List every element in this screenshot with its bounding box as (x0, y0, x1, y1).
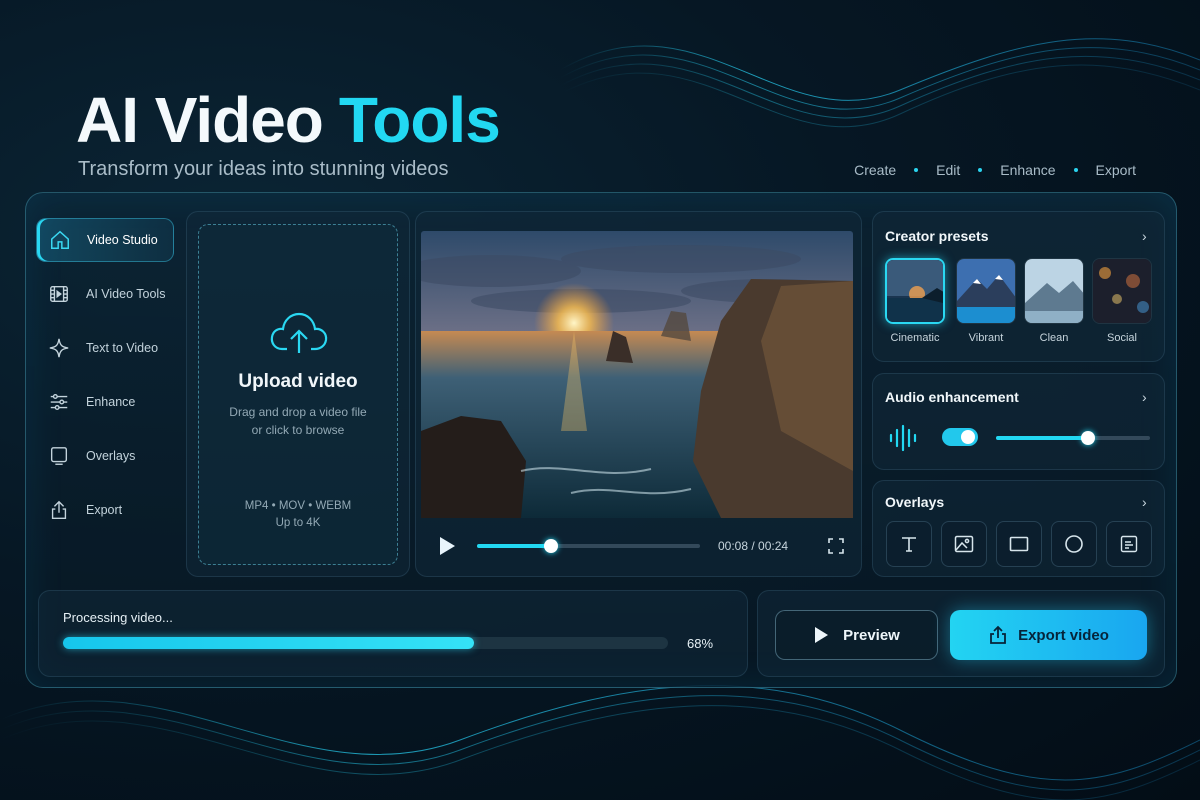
hero-subtitle: Transform your ideas into stunning video… (78, 158, 449, 180)
playback-progress (477, 544, 552, 548)
sidebar-item-label: Overlays (86, 449, 136, 463)
overlay-image-button[interactable] (941, 521, 987, 567)
preset-thumbnail (887, 260, 943, 322)
playback-track[interactable] (477, 539, 700, 553)
image-icon (954, 535, 974, 553)
overlay-rectangle-button[interactable] (996, 521, 1042, 567)
export-video-button[interactable]: Export video (950, 610, 1147, 660)
hero-title-accent: Tools (338, 84, 501, 156)
sidebar-item-label: Text to Video (86, 341, 159, 355)
export-button-label: Export video (1018, 626, 1109, 644)
overlays-title: Overlays (885, 494, 945, 510)
rectangle-icon (1009, 536, 1029, 552)
audio-level-slider[interactable] (996, 431, 1150, 445)
upload-description: Drag and drop a video file or click to b… (219, 403, 377, 439)
preset-clean[interactable] (1024, 258, 1084, 324)
preset-label: Social (1107, 332, 1137, 344)
audio-toggle[interactable] (942, 428, 978, 446)
caption-icon (1120, 535, 1138, 553)
step-separator (1073, 168, 1078, 172)
preset-thumbnail (1025, 259, 1083, 323)
play-icon[interactable] (437, 535, 457, 557)
upload-max-resolution: Up to 4K (275, 517, 321, 529)
preset-cinematic[interactable] (885, 258, 945, 324)
play-icon (815, 627, 829, 643)
upload-desc-line1: Drag and drop a video file (229, 405, 367, 419)
processing-progress (63, 637, 475, 649)
share-icon (51, 500, 67, 519)
preset-vibrant[interactable] (956, 258, 1016, 324)
sidebar-item-enhance[interactable]: Enhance (36, 380, 174, 424)
overlay-circle-button[interactable] (1051, 521, 1097, 567)
upload-title: Upload video (238, 371, 358, 392)
step-separator (914, 168, 919, 172)
overlay-text-button[interactable] (886, 521, 932, 567)
sliders-icon (50, 393, 68, 411)
audio-title: Audio enhancement (885, 389, 1019, 405)
upload-formats: MP4 • MOV • WEBM (244, 500, 352, 512)
fullscreen-icon[interactable] (828, 538, 844, 554)
processing-label: Processing video... (63, 610, 173, 625)
upload-desc-line2: or click to browse (251, 423, 345, 437)
preset-thumbnail (1093, 259, 1151, 323)
step-separator (978, 168, 983, 172)
step-create[interactable]: Create (854, 162, 896, 178)
preview-button[interactable]: Preview (775, 610, 938, 660)
workflow-steps: Create Edit Enhance Export (854, 162, 1136, 178)
toggle-knob (961, 430, 975, 444)
step-enhance[interactable]: Enhance (1000, 162, 1055, 178)
cloud-upload-icon (270, 312, 328, 353)
app-root: AI Video Tools Transform your ideas into … (0, 0, 1200, 800)
playback-time: 00:08 / 00:24 (718, 539, 789, 553)
waveform-icon (889, 424, 917, 452)
text-icon (902, 537, 916, 552)
sidebar: Video Studio AI Video Tools Text to Vide… (36, 218, 174, 542)
monitor-icon (50, 447, 68, 465)
preset-thumbnail (957, 259, 1015, 323)
processing-percent: 68% (687, 636, 714, 651)
sidebar-item-export[interactable]: Export (36, 488, 174, 532)
preset-label: Vibrant (968, 332, 1004, 344)
hero-title: AI Video Tools (76, 88, 501, 152)
home-icon (51, 230, 69, 249)
upload-icon (990, 625, 1006, 644)
processing-track (63, 637, 668, 649)
circle-icon (1065, 535, 1083, 553)
sparkle-icon (49, 338, 69, 358)
chevron-right-icon[interactable]: › (1142, 389, 1147, 405)
audio-card (872, 373, 1165, 470)
sidebar-item-overlays[interactable]: Overlays (36, 434, 174, 478)
preset-social[interactable] (1092, 258, 1152, 324)
step-edit[interactable]: Edit (936, 162, 960, 178)
sidebar-item-text-to-video[interactable]: Text to Video (36, 326, 174, 370)
processing-card (38, 590, 748, 677)
film-icon (50, 285, 68, 303)
step-export[interactable]: Export (1096, 162, 1136, 178)
chevron-right-icon[interactable]: › (1142, 228, 1147, 244)
presets-title: Creator presets (885, 228, 989, 244)
upload-dropzone[interactable]: Upload video Drag and drop a video file … (198, 224, 398, 565)
sidebar-item-label: Video Studio (87, 233, 158, 247)
video-frame[interactable] (421, 231, 853, 518)
chevron-right-icon[interactable]: › (1142, 494, 1147, 510)
sidebar-item-label: AI Video Tools (86, 287, 166, 301)
sidebar-item-ai-video-tools[interactable]: AI Video Tools (36, 272, 174, 316)
sidebar-item-video-studio[interactable]: Video Studio (36, 218, 174, 262)
preview-button-label: Preview (843, 626, 900, 644)
audio-level-fill (996, 436, 1089, 440)
preset-label: Cinematic (890, 332, 940, 344)
overlay-caption-button[interactable] (1106, 521, 1152, 567)
hero-title-main: AI Video (76, 84, 324, 156)
sidebar-item-label: Enhance (86, 395, 136, 409)
sidebar-item-label: Export (86, 503, 123, 517)
preset-label: Clean (1039, 332, 1069, 344)
